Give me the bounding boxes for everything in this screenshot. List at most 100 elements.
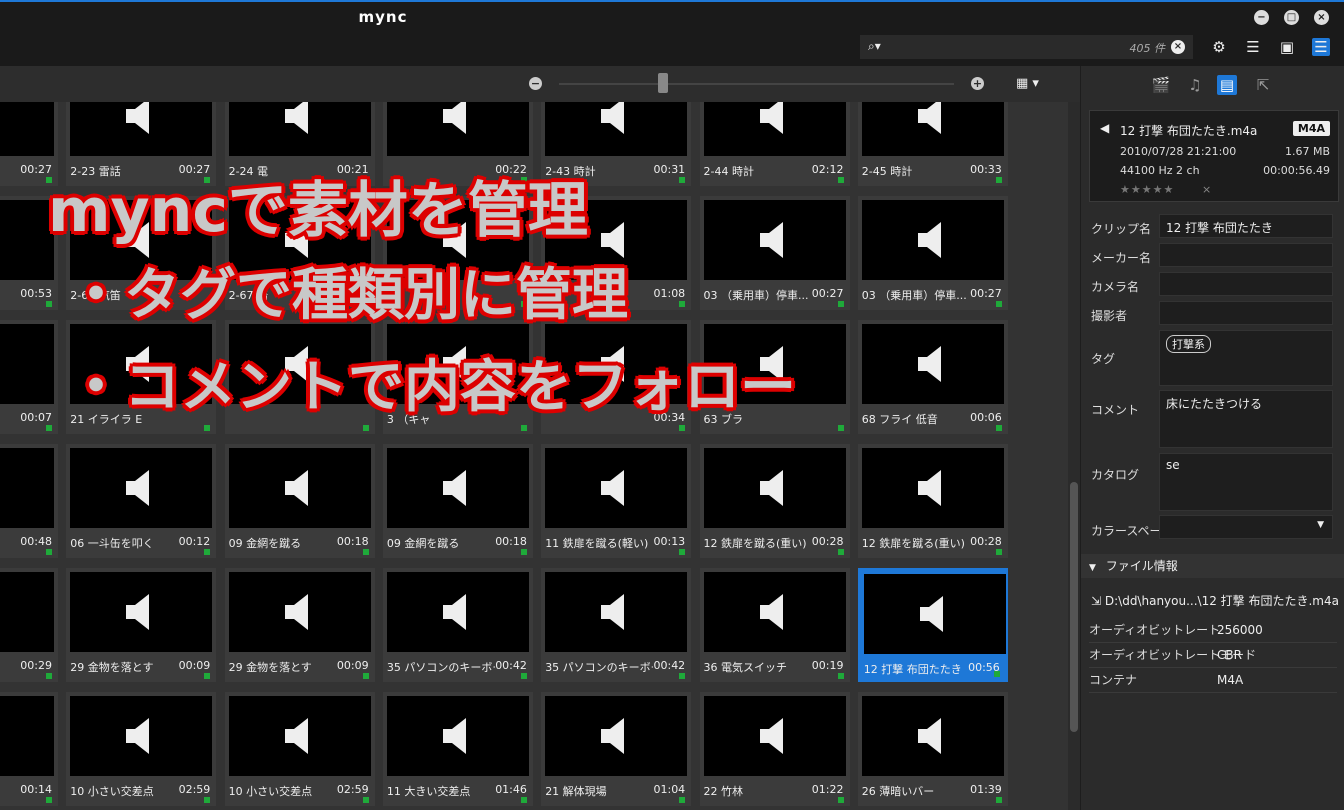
scrollbar-thumb[interactable]: [1070, 482, 1078, 732]
shooter-label: 撮影者: [1091, 309, 1128, 323]
clear-search-icon[interactable]: ×: [1171, 40, 1185, 54]
tag-field[interactable]: 打撃系: [1159, 330, 1333, 386]
clip-card[interactable]: 29 金物を落とす 00:09: [224, 568, 375, 682]
settings-gear-icon[interactable]: ⚙: [1210, 38, 1228, 56]
status-dot: [837, 797, 844, 803]
video-tab-icon[interactable]: 🎬: [1151, 75, 1171, 95]
comment-field[interactable]: 床にたたきつける: [1159, 390, 1333, 448]
clip-card[interactable]: 11 大きい交差点 01:46: [382, 692, 533, 806]
clip-card[interactable]: 26 薄暗いバー 01:39: [857, 692, 1008, 806]
search-box[interactable]: ⌕▾ 405 件 ×: [860, 35, 1193, 59]
catalog-field[interactable]: se: [1159, 453, 1333, 511]
speaker-icon: [282, 468, 322, 508]
clip-card[interactable]: 00:07: [0, 320, 58, 434]
zoom-slider-thumb[interactable]: [658, 73, 668, 93]
clip-thumbnail: [703, 448, 846, 528]
clip-card[interactable]: 29 金物を落とす 00:09: [66, 568, 217, 682]
clip-card[interactable]: 21 解体現場 01:04: [541, 692, 692, 806]
status-dot: [46, 425, 52, 431]
close-icon[interactable]: ×: [1314, 10, 1329, 25]
grid-view-icon[interactable]: ▦ ▾: [1016, 76, 1039, 91]
zoom-slider[interactable]: [559, 83, 954, 85]
grid-scrollbar[interactable]: [1068, 102, 1080, 810]
speaker-icon: [915, 468, 955, 508]
zoom-in-icon[interactable]: +: [971, 77, 984, 90]
clip-card[interactable]: 35 パソコンのキーボード00:42: [382, 568, 533, 682]
clip-card[interactable]: 12 鉄扉を蹴る(重い) 00:28: [857, 444, 1008, 558]
clip-duration: 00:00:56.49: [1263, 164, 1330, 177]
maker-field[interactable]: [1159, 243, 1333, 267]
speaker-icon: [123, 592, 163, 632]
clip-duration: 00:27: [811, 287, 844, 300]
clip-card[interactable]: 00:29: [0, 568, 58, 682]
clip-card[interactable]: 10 小さい交差点 02:59: [66, 692, 217, 806]
detail-panel-icon[interactable]: ☰: [1312, 38, 1330, 56]
zoom-out-icon[interactable]: −: [529, 77, 542, 90]
list-view-icon[interactable]: ☰: [1244, 38, 1262, 56]
clip-duration: 00:09: [178, 659, 211, 672]
minimize-icon[interactable]: −: [1254, 10, 1269, 25]
metadata-tab-icon[interactable]: ▤: [1217, 75, 1237, 95]
clip-audio: 44100 Hz 2 ch: [1120, 164, 1200, 177]
clip-name: 21 解体現場: [545, 785, 607, 798]
speaker-icon: [0, 344, 5, 384]
search-icon[interactable]: ⌕▾: [868, 39, 881, 54]
prop-row: オーディオビットレート 256000: [1089, 618, 1337, 643]
clip-card[interactable]: 03 （乗用車）停車... 00:27: [699, 196, 850, 310]
speaker-icon: [282, 716, 322, 756]
clip-card[interactable]: 11 鉄扉を蹴る(軽い) 00:13: [541, 444, 692, 558]
clip-thumbnail: [0, 200, 54, 280]
status-dot: [837, 301, 844, 307]
file-info-section-header[interactable]: ▼ ファイル情報: [1081, 554, 1344, 578]
clip-card[interactable]: 68 フライ 低音 00:06: [857, 320, 1008, 434]
clip-duration: 01:22: [811, 783, 844, 796]
clip-thumbnail: [861, 696, 1004, 776]
clip-duration: 00:33: [970, 163, 1002, 176]
music-tab-icon[interactable]: ♫: [1185, 75, 1205, 95]
clip-duration: 00:19: [811, 659, 844, 672]
camera-field[interactable]: [1159, 272, 1333, 296]
clip-card[interactable]: 2-45 時計 00:33: [857, 102, 1008, 186]
clip-card[interactable]: 36 電気スイッチ 00:19: [699, 568, 850, 682]
clip-card[interactable]: 09 金網を蹴る 00:18: [382, 444, 533, 558]
rating-stars[interactable]: ★★★★★: [1120, 183, 1174, 196]
clip-card[interactable]: 06 一斗缶を叩く 00:12: [66, 444, 217, 558]
clip-card[interactable]: 09 金網を蹴る 00:18: [224, 444, 375, 558]
clip-size: 1.67 MB: [1284, 145, 1330, 158]
clip-name-field[interactable]: 12 打撃 布団たたき: [1159, 214, 1333, 238]
speaker-icon: [915, 716, 955, 756]
clip-thumbnail: [703, 572, 846, 652]
clip-card[interactable]: 10 小さい交差点 02:59: [224, 692, 375, 806]
clip-card[interactable]: 22 竹林 01:22: [699, 692, 850, 806]
colorspace-select[interactable]: ▼: [1159, 515, 1333, 539]
clip-thumbnail: [861, 448, 1004, 528]
status-dot: [995, 797, 1002, 803]
export-tab-icon[interactable]: ⇱: [1253, 75, 1273, 95]
speaker-icon: [757, 592, 797, 632]
file-path: ⇲ D:\dd\hanyou...\12 打撃 布団たたき.m4a: [1091, 592, 1339, 609]
clip-card[interactable]: 2-44 時計 02:12: [699, 102, 850, 186]
tag-chip[interactable]: 打撃系: [1166, 335, 1211, 353]
clip-name: 11 大きい交差点: [386, 785, 471, 798]
status-dot: [679, 797, 686, 803]
clip-name: ス: [0, 783, 20, 799]
rating-clear[interactable]: ×: [1202, 183, 1211, 196]
collapse-icon[interactable]: ▼: [1089, 563, 1096, 573]
clip-card[interactable]: 12 鉄扉を蹴る(重い) 00:28: [699, 444, 850, 558]
image-view-icon[interactable]: ▣: [1278, 38, 1296, 56]
clip-card[interactable]: ★12 打撃 布団たたき00:56: [857, 568, 1008, 682]
clip-thumbnail: [386, 448, 529, 528]
maximize-icon[interactable]: □: [1284, 10, 1299, 25]
clip-card[interactable]: ス00:14: [0, 692, 58, 806]
clip-thumbnail: [70, 448, 213, 528]
clip-duration: 00:48: [20, 535, 52, 548]
clip-card[interactable]: 00:48: [0, 444, 58, 558]
clip-thumbnail: [0, 324, 54, 404]
clip-card[interactable]: 35 パソコンのキーボード00:42: [541, 568, 692, 682]
clip-card[interactable]: 03 （乗用車）停車... 00:27: [857, 196, 1008, 310]
clip-duration: 00:31: [653, 163, 686, 176]
clip-name: 36 電気スイッチ: [703, 661, 788, 674]
shooter-field[interactable]: [1159, 301, 1333, 325]
clip-duration: 01:08: [653, 287, 686, 300]
prop-value: 256000: [1217, 623, 1263, 637]
